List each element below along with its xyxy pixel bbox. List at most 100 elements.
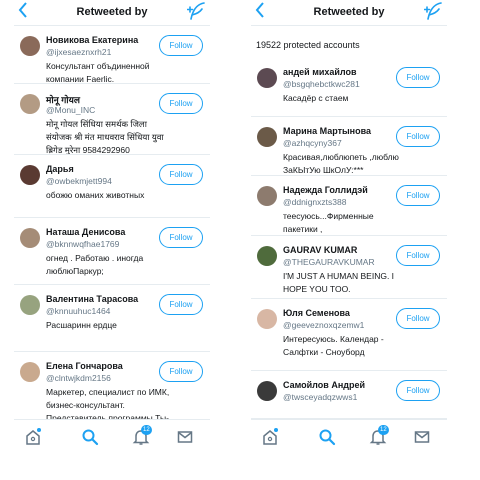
user-handle: @geeveznoxqzemw1	[283, 320, 365, 330]
user-handle: @owbekmjett994	[46, 176, 112, 186]
user-handle: @Monu_INC	[46, 105, 96, 115]
list-item[interactable]: Надежда Голлидэй @ddnignxzts388 теесуюсь..…	[251, 176, 447, 236]
notifications-bell-icon	[369, 430, 387, 450]
list-item[interactable]: Марина Мартынова @azhqcyny367 Красивая,люб…	[251, 117, 447, 176]
messages-envelope-icon	[413, 431, 431, 450]
follow-button[interactable]: Follow	[396, 67, 440, 88]
user-name[interactable]: Юля Семенова	[283, 308, 350, 318]
avatar[interactable]	[20, 295, 40, 315]
avatar[interactable]	[257, 68, 277, 88]
page-title: Retweeted by	[76, 6, 148, 18]
user-name[interactable]: GAURAV KUMAR	[283, 245, 357, 255]
avatar[interactable]	[257, 127, 277, 147]
user-bio: मोनू गोयल सिंधिया समर्थक जिला संयोजक श्र…	[46, 119, 164, 155]
user-name[interactable]: Самойлов Андрей	[283, 380, 365, 390]
user-bio: Расшаринн ердце	[46, 320, 117, 330]
search-icon	[318, 429, 336, 450]
user-name[interactable]: Наташа Денисова	[46, 227, 125, 237]
follow-button[interactable]: Follow	[396, 185, 440, 206]
right-retweeted-by-screen: Retweeted by 19522 protected accounts ан…	[251, 0, 447, 452]
notification-count-badge: 12	[141, 425, 152, 435]
tab-search[interactable]	[318, 428, 336, 446]
bottom-tab-bar: 12	[14, 419, 210, 452]
avatar[interactable]	[20, 228, 40, 248]
user-bio: огнед . Работаю . иногда люблюПаркур;	[46, 253, 144, 276]
user-bio: Касадёр с стаем	[283, 93, 349, 103]
avatar[interactable]	[257, 246, 277, 266]
unread-dot	[37, 428, 41, 432]
compose-feather-icon[interactable]	[186, 1, 207, 21]
tab-home[interactable]	[261, 428, 279, 446]
list-item[interactable]: Юля Семенова @geeveznoxqzemw1 Интересуюсь.…	[251, 299, 447, 371]
follow-button[interactable]: Follow	[396, 380, 440, 401]
user-handle: @THEGAURAVKUMAR	[283, 257, 375, 267]
list-item[interactable]: मोनू गोयल @Monu_INC मोनू गोयल सिंधिया समर्…	[14, 84, 210, 155]
list-item[interactable]: Елена Гончарова @clntwjkdm2156 Маркетер, с…	[14, 352, 210, 422]
user-name[interactable]: Надежда Голлидэй	[283, 185, 368, 195]
list-item[interactable]: Новикова Екатерина @ijxesaeznxrh21 Консуль…	[14, 26, 210, 84]
tab-notifications-bell[interactable]: 12	[369, 425, 389, 446]
user-name[interactable]: Валентина Тарасова	[46, 294, 138, 304]
tab-messages-envelope[interactable]	[176, 428, 194, 446]
user-handle: @clntwjkdm2156	[46, 373, 111, 383]
user-handle: @ddnignxzts388	[283, 197, 347, 207]
search-icon	[81, 429, 99, 450]
follow-button[interactable]: Follow	[396, 308, 440, 329]
user-bio: обожю оманих животных	[46, 190, 145, 200]
tab-messages-envelope[interactable]	[413, 428, 431, 446]
left-retweeted-by-screen: Retweeted by Новикова Екатерина @ijxesaez…	[14, 0, 210, 452]
follow-button[interactable]: Follow	[159, 35, 203, 56]
user-bio: Консультант объдиненной компании Faerlic…	[46, 61, 150, 84]
bottom-tab-bar: 12	[251, 419, 447, 452]
tab-search[interactable]	[81, 428, 99, 446]
user-name[interactable]: андей михайлов	[283, 67, 357, 77]
user-bio: Красивая,люблюпеть ,люблю ЗаКЫтУю ШкОлУ:…	[283, 152, 399, 175]
unread-dot	[274, 428, 278, 432]
avatar[interactable]	[257, 186, 277, 206]
list-item[interactable]: Наташа Денисова @bknnwqfhae1769 огнед . Ра…	[14, 218, 210, 285]
follow-button[interactable]: Follow	[159, 227, 203, 248]
user-handle: @ijxesaeznxrh21	[46, 47, 112, 57]
user-name[interactable]: Дарья	[46, 164, 74, 174]
user-handle: @knnuuhuc1464	[46, 306, 111, 316]
notification-count-badge: 12	[378, 425, 389, 435]
user-bio: I'M JUST A HUMAN BEING. I HOPE YOU TOO.	[283, 271, 395, 294]
follow-button[interactable]: Follow	[159, 93, 203, 114]
list-item[interactable]: Дарья @owbekmjett994 обожю оманих животных…	[14, 155, 210, 218]
follow-button[interactable]: Follow	[159, 164, 203, 185]
user-name[interactable]: Елена Гончарова	[46, 361, 123, 371]
avatar[interactable]	[20, 36, 40, 56]
messages-envelope-icon	[176, 431, 194, 450]
avatar[interactable]	[257, 381, 277, 401]
top-bar: Retweeted by	[14, 0, 210, 26]
user-handle: @azhqcyny367	[283, 138, 342, 148]
tab-home[interactable]	[24, 428, 42, 446]
user-handle: @bsgqhebctkwc281	[283, 79, 360, 89]
tab-notifications-bell[interactable]: 12	[132, 425, 152, 446]
list-item[interactable]: Валентина Тарасова @knnuuhuc1464 Расшаринн…	[14, 285, 210, 352]
list-item[interactable]: GAURAV KUMAR @THEGAURAVKUMAR I'M JUST A HU…	[251, 236, 447, 299]
follow-button[interactable]: Follow	[159, 361, 203, 382]
compose-feather-icon[interactable]	[423, 1, 444, 21]
avatar[interactable]	[257, 309, 277, 329]
notifications-bell-icon	[132, 430, 150, 450]
user-bio: Маркетер, специалист по ИМК, бизнес-конс…	[46, 387, 170, 422]
user-bio: Интересуюсь. Календар - Салфтки - Сноубо…	[283, 334, 384, 357]
follow-button[interactable]: Follow	[396, 245, 440, 266]
follow-button[interactable]: Follow	[159, 294, 203, 315]
list-item[interactable]: андей михайлов @bsgqhebctkwc281 Касадёр с …	[251, 58, 447, 117]
avatar[interactable]	[20, 165, 40, 185]
avatar[interactable]	[20, 362, 40, 382]
avatar[interactable]	[20, 94, 40, 114]
user-handle: @bknnwqfhae1769	[46, 239, 120, 249]
list-item[interactable]: Самойлов Андрей @twsceyadqzwws1 Follow	[251, 371, 447, 419]
page-title: Retweeted by	[313, 6, 385, 18]
follow-button[interactable]: Follow	[396, 126, 440, 147]
user-name[interactable]: Новикова Екатерина	[46, 35, 138, 45]
home-icon	[24, 430, 42, 450]
user-name[interactable]: Марина Мартынова	[283, 126, 371, 136]
home-icon	[261, 430, 279, 450]
user-bio: теесуюсь...Фирменные пакетики ,	[283, 211, 374, 234]
top-bar: Retweeted by	[251, 0, 447, 26]
user-handle: @twsceyadqzwws1	[283, 392, 358, 402]
